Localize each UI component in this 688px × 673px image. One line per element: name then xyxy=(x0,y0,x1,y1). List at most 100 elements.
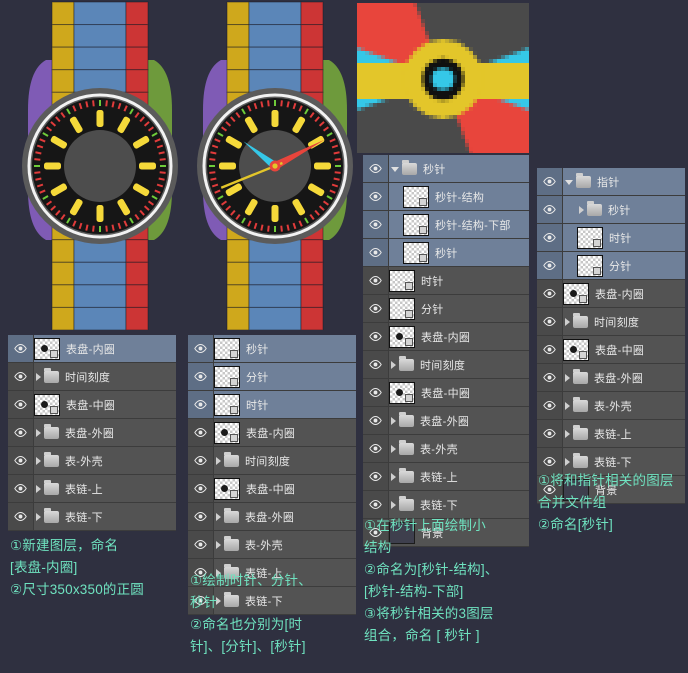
chevron-right-icon[interactable] xyxy=(391,416,396,425)
layer-visibility-toggle[interactable] xyxy=(537,392,563,419)
layer-thumbnail[interactable] xyxy=(389,381,415,404)
eye-visibility-icon[interactable] xyxy=(194,512,207,521)
layer-row-body[interactable]: 指针 xyxy=(563,168,685,195)
layer-row[interactable]: 时间刻度 xyxy=(537,308,685,336)
layer-row-body[interactable]: 秒针-结构-下部 xyxy=(389,211,529,238)
layer-row-body[interactable]: 秒针 xyxy=(389,239,529,266)
eye-visibility-icon[interactable] xyxy=(194,400,207,409)
layer-visibility-toggle[interactable] xyxy=(537,308,563,335)
layer-row[interactable]: 表盘-外圈 xyxy=(537,364,685,392)
layer-visibility-toggle[interactable] xyxy=(363,491,389,518)
layer-thumbnail[interactable] xyxy=(403,185,429,208)
layer-row-body[interactable]: 秒针 xyxy=(563,196,685,223)
eye-visibility-icon[interactable] xyxy=(369,500,382,509)
eye-visibility-icon[interactable] xyxy=(369,248,382,257)
layer-visibility-toggle[interactable] xyxy=(363,183,389,210)
layer-visibility-toggle[interactable] xyxy=(188,503,214,530)
eye-visibility-icon[interactable] xyxy=(369,164,382,173)
layer-row-body[interactable]: 秒针 xyxy=(389,155,529,182)
eye-visibility-icon[interactable] xyxy=(14,456,27,465)
layer-row-body[interactable]: 表链-下 xyxy=(389,491,529,518)
layer-visibility-toggle[interactable] xyxy=(188,419,214,446)
layer-visibility-toggle[interactable] xyxy=(363,379,389,406)
layer-row[interactable]: 秒针 xyxy=(537,196,685,224)
layer-visibility-toggle[interactable] xyxy=(363,351,389,378)
eye-visibility-icon[interactable] xyxy=(543,317,556,326)
chevron-down-icon[interactable] xyxy=(391,167,399,172)
layer-visibility-toggle[interactable] xyxy=(8,475,34,502)
eye-visibility-icon[interactable] xyxy=(14,400,27,409)
layer-visibility-toggle[interactable] xyxy=(188,475,214,502)
layer-row-body[interactable]: 表盘-外圈 xyxy=(563,364,685,391)
layer-row[interactable]: 表盘-中圈 xyxy=(363,379,529,407)
layer-visibility-toggle[interactable] xyxy=(363,295,389,322)
layer-thumbnail[interactable] xyxy=(214,477,240,500)
layer-row-body[interactable]: 表盘-外圈 xyxy=(214,503,356,530)
layer-row[interactable]: 时针 xyxy=(188,391,356,419)
layer-row-body[interactable]: 表盘-外圈 xyxy=(389,407,529,434)
layer-visibility-toggle[interactable] xyxy=(363,267,389,294)
layers-panel-step-4[interactable]: 指针 秒针 时针 分针 表盘-内圈 时间刻度 表盘-中圈 表盘-外圈 表-外壳 表链-上 表链-下背… xyxy=(537,168,685,504)
eye-visibility-icon[interactable] xyxy=(14,372,27,381)
chevron-right-icon[interactable] xyxy=(391,360,396,369)
layer-thumbnail[interactable] xyxy=(34,337,60,360)
layer-thumbnail[interactable] xyxy=(563,338,589,361)
eye-visibility-icon[interactable] xyxy=(543,429,556,438)
layer-row[interactable]: 表-外壳 xyxy=(537,392,685,420)
layer-visibility-toggle[interactable] xyxy=(537,168,563,195)
eye-visibility-icon[interactable] xyxy=(543,457,556,466)
chevron-right-icon[interactable] xyxy=(36,428,41,437)
layer-row[interactable]: 表链-上 xyxy=(8,475,176,503)
layer-thumbnail[interactable] xyxy=(563,282,589,305)
eye-visibility-icon[interactable] xyxy=(194,456,207,465)
layer-row[interactable]: 分针 xyxy=(188,363,356,391)
eye-visibility-icon[interactable] xyxy=(369,444,382,453)
layer-row[interactable]: 表盘-内圈 xyxy=(363,323,529,351)
eye-visibility-icon[interactable] xyxy=(543,345,556,354)
layer-visibility-toggle[interactable] xyxy=(188,447,214,474)
layer-row-body[interactable]: 时间刻度 xyxy=(389,351,529,378)
layer-row-body[interactable]: 表盘-内圈 xyxy=(563,280,685,307)
layer-row-body[interactable]: 表盘-中圈 xyxy=(389,379,529,406)
eye-visibility-icon[interactable] xyxy=(369,360,382,369)
layer-row-body[interactable]: 秒针 xyxy=(214,335,356,362)
layer-row[interactable]: 表盘-中圈 xyxy=(188,475,356,503)
layer-row-body[interactable]: 表链-下 xyxy=(34,503,176,530)
layer-visibility-toggle[interactable] xyxy=(537,224,563,251)
layer-thumbnail[interactable] xyxy=(389,297,415,320)
layer-row[interactable]: 秒针-结构 xyxy=(363,183,529,211)
layer-thumbnail[interactable] xyxy=(34,393,60,416)
layer-thumbnail[interactable] xyxy=(577,254,603,277)
eye-visibility-icon[interactable] xyxy=(369,192,382,201)
layer-row[interactable]: 表-外壳 xyxy=(363,435,529,463)
eye-visibility-icon[interactable] xyxy=(543,261,556,270)
eye-visibility-icon[interactable] xyxy=(543,205,556,214)
layer-row[interactable]: 表-外壳 xyxy=(8,447,176,475)
layer-visibility-toggle[interactable] xyxy=(363,407,389,434)
layer-row[interactable]: 秒针 xyxy=(188,335,356,363)
eye-visibility-icon[interactable] xyxy=(14,344,27,353)
layer-row[interactable]: 时间刻度 xyxy=(8,363,176,391)
layer-row[interactable]: 秒针 xyxy=(363,239,529,267)
eye-visibility-icon[interactable] xyxy=(543,233,556,242)
layers-panel-step-3[interactable]: 秒针 秒针-结构 秒针-结构-下部 秒针 时针 分针 表盘-内圈 时间刻度 表盘-中圈 表盘-外圈… xyxy=(363,155,529,547)
layer-row-body[interactable]: 表-外壳 xyxy=(563,392,685,419)
layer-row-body[interactable]: 表-外壳 xyxy=(34,447,176,474)
layer-thumbnail[interactable] xyxy=(403,213,429,236)
layer-thumbnail[interactable] xyxy=(389,325,415,348)
chevron-right-icon[interactable] xyxy=(565,401,570,410)
layer-visibility-toggle[interactable] xyxy=(188,363,214,390)
layer-visibility-toggle[interactable] xyxy=(188,335,214,362)
chevron-right-icon[interactable] xyxy=(579,205,584,214)
layer-visibility-toggle[interactable] xyxy=(8,363,34,390)
layer-row[interactable]: 秒针 xyxy=(363,155,529,183)
layer-row-body[interactable]: 表盘-中圈 xyxy=(214,475,356,502)
layer-row-body[interactable]: 时间刻度 xyxy=(563,308,685,335)
layer-row[interactable]: 表盘-中圈 xyxy=(537,336,685,364)
layer-row-body[interactable]: 分针 xyxy=(563,252,685,279)
eye-visibility-icon[interactable] xyxy=(369,304,382,313)
chevron-right-icon[interactable] xyxy=(565,457,570,466)
layer-row-body[interactable]: 时间刻度 xyxy=(214,447,356,474)
layer-row[interactable]: 表-外壳 xyxy=(188,531,356,559)
layer-thumbnail[interactable] xyxy=(389,269,415,292)
